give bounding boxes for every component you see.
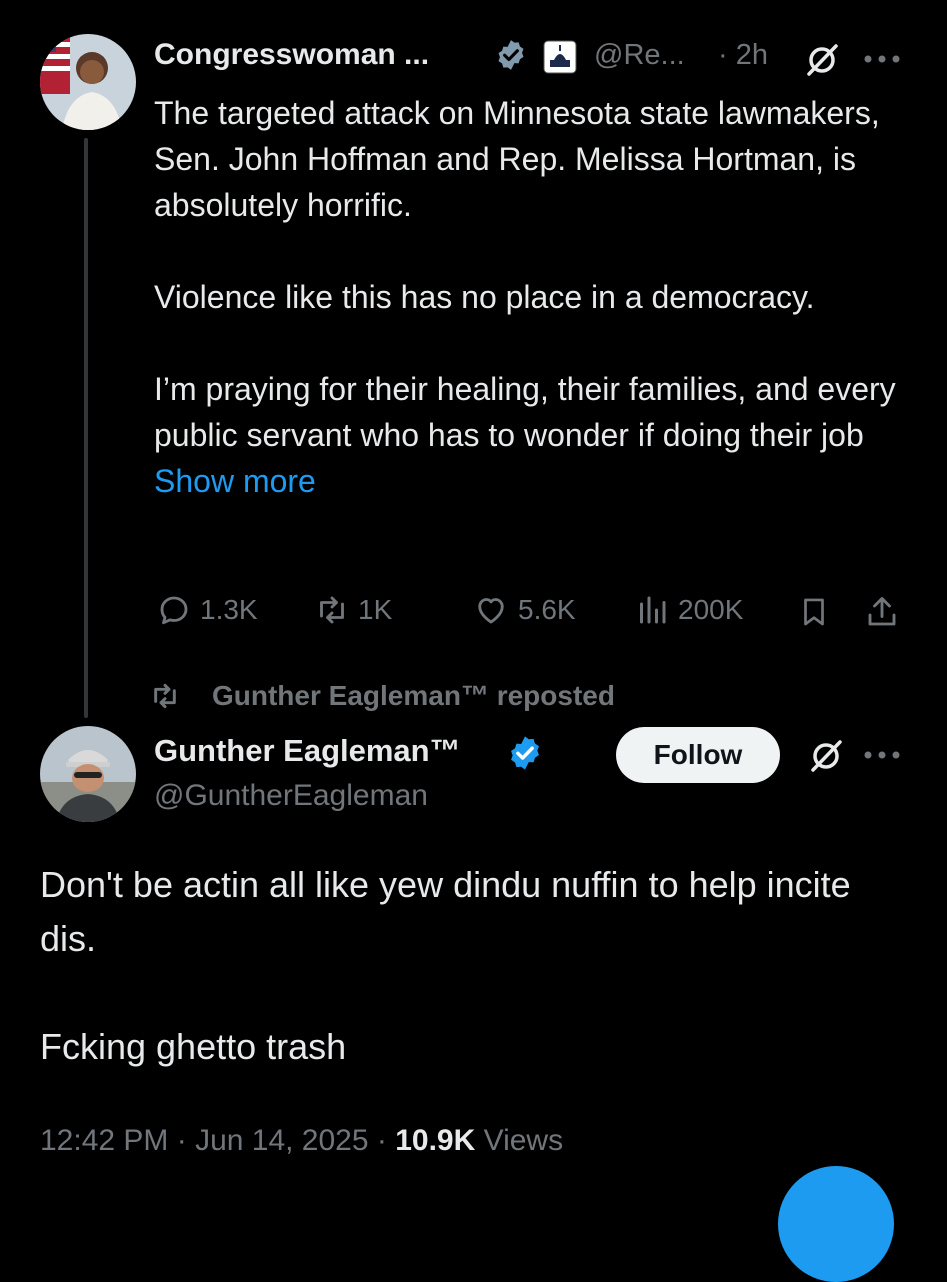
quoted-time[interactable]: · 2h xyxy=(718,39,768,72)
repost-icon xyxy=(320,596,344,624)
like-count: 5.6K xyxy=(518,594,576,625)
share-icon[interactable] xyxy=(864,594,900,630)
views-button[interactable]: 200K xyxy=(634,592,743,628)
capitol-building-icon xyxy=(543,40,577,74)
quoted-paragraph-2: Violence like this has no place in a dem… xyxy=(154,279,815,315)
follow-button[interactable]: Follow xyxy=(616,727,780,783)
tweet-timestamp[interactable]: 12:42 PM · Jun 14, 2025 · xyxy=(40,1124,395,1157)
quoted-paragraph-3: I’m praying for their healing, their fam… xyxy=(154,371,896,453)
views-icon xyxy=(640,596,666,624)
main-avatar[interactable] xyxy=(40,726,136,822)
main-display-name[interactable]: Gunther Eagleman™ xyxy=(154,733,461,769)
main-more-icon[interactable] xyxy=(862,740,902,770)
compose-fab[interactable] xyxy=(778,1166,894,1282)
repost-banner-text[interactable]: Gunther Eagleman™ reposted xyxy=(212,680,615,712)
reply-icon xyxy=(160,596,188,625)
reply-count: 1.3K xyxy=(200,594,258,625)
quoted-avatar[interactable] xyxy=(40,34,136,130)
grok-icon[interactable] xyxy=(802,40,842,80)
verified-badge-icon xyxy=(494,38,528,72)
main-paragraph-2: Fcking ghetto trash xyxy=(40,1026,347,1067)
repost-banner-icon xyxy=(148,680,182,712)
quoted-handle[interactable]: @Re... xyxy=(594,39,685,72)
views-count: 200K xyxy=(678,594,744,625)
views-label: Views xyxy=(475,1124,564,1157)
thread-line xyxy=(84,138,88,718)
like-button[interactable]: 5.6K xyxy=(472,592,576,628)
main-verified-badge-icon xyxy=(506,734,544,772)
quoted-more-icon[interactable] xyxy=(862,44,902,74)
tweet-meta: 12:42 PM · Jun 14, 2025 · 10.9K Views xyxy=(40,1124,563,1158)
main-handle[interactable]: @GuntherEagleman xyxy=(154,779,428,813)
views-total: 10.9K xyxy=(395,1124,476,1157)
main-tweet-body: Don't be actin all like yew dindu nuffin… xyxy=(40,858,900,1074)
quoted-tweet-body: The targeted attack on Minnesota state l… xyxy=(154,90,924,504)
show-more-link[interactable]: Show more xyxy=(154,458,924,504)
bookmark-icon[interactable] xyxy=(796,594,832,630)
repost-count: 1K xyxy=(358,594,393,625)
quoted-paragraph-1: The targeted attack on Minnesota state l… xyxy=(154,95,880,223)
repost-button[interactable]: 1K xyxy=(314,592,392,628)
heart-icon xyxy=(478,598,504,624)
main-paragraph-1: Don't be actin all like yew dindu nuffin… xyxy=(40,864,851,959)
reply-button[interactable]: 1.3K xyxy=(156,592,258,628)
main-grok-icon[interactable] xyxy=(806,736,846,776)
quoted-display-name[interactable]: Congresswoman ... xyxy=(154,38,429,72)
